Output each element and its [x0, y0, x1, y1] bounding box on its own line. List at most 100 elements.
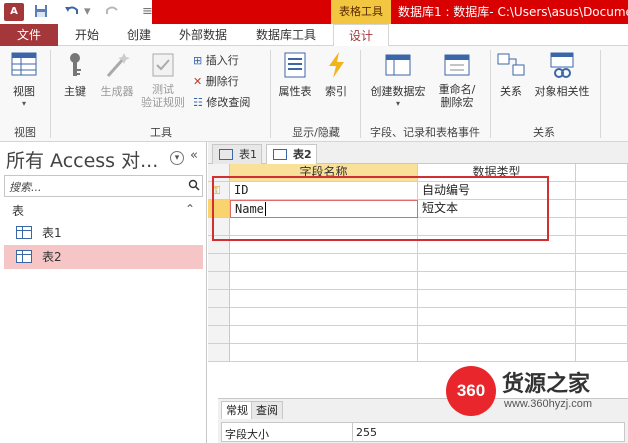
nav-item-label: 表2 [42, 250, 62, 264]
test-validation-label: 测试 验证规则 [141, 83, 185, 109]
group-separator [360, 50, 361, 138]
tab-design[interactable]: 设计 [333, 24, 389, 47]
group-separator [490, 50, 491, 138]
column-header-description[interactable] [576, 164, 628, 182]
chevron-down-icon[interactable]: ▾ [84, 4, 91, 19]
empty-cell[interactable] [576, 308, 628, 326]
empty-cell[interactable] [418, 290, 576, 308]
tab-general[interactable]: 常规 [221, 401, 253, 419]
window-title: 数据库1 : 数据库- C:\Users\asus\Docume [398, 5, 628, 19]
nav-menu-chevron-icon[interactable]: ▾ [170, 151, 184, 165]
tab-home[interactable]: 开始 [64, 24, 110, 46]
tab-lookup[interactable]: 查阅 [251, 401, 283, 419]
rename-delete-macro-button[interactable]: 重命名/ 删除宏 [432, 50, 482, 109]
view-button[interactable]: 视图 ▾ [6, 50, 42, 108]
doc-tab-label: 表1 [239, 148, 257, 161]
highlight-annotation-box [212, 176, 549, 241]
group-separator [50, 50, 51, 138]
nav-section-label: 表 [12, 204, 25, 218]
wand-icon [102, 50, 132, 80]
access-app-icon[interactable]: A [4, 3, 24, 21]
empty-cell[interactable] [230, 254, 418, 272]
empty-cell[interactable] [230, 344, 418, 362]
empty-cell[interactable] [576, 290, 628, 308]
row-selector[interactable] [208, 308, 230, 326]
doc-tab-label: 表2 [293, 148, 312, 161]
empty-cell[interactable] [576, 218, 628, 236]
empty-cell[interactable] [418, 308, 576, 326]
group-label-tools: 工具 [150, 126, 172, 139]
field-size-label: 字段大小 [225, 428, 269, 441]
property-sheet-button[interactable]: 属性表 [274, 50, 316, 99]
empty-cell[interactable] [230, 290, 418, 308]
rename-delete-macro-label: 重命名/ 删除宏 [438, 83, 476, 109]
tab-database-tools[interactable]: 数据库工具 [244, 24, 328, 46]
primary-key-button[interactable]: 主键 [56, 50, 94, 99]
doc-tab-table1[interactable]: 表1 [212, 144, 262, 164]
empty-cell[interactable] [230, 272, 418, 290]
view-button-label: 视图 [13, 85, 35, 98]
insert-rows-button[interactable]: ⊞ 插入行 [193, 52, 239, 68]
modify-lookups-button[interactable]: ☷ 修改查阅 [193, 94, 250, 110]
nav-item-table2[interactable]: 表2 [4, 245, 203, 269]
test-validation-button[interactable]: 测试 验证规则 [136, 50, 190, 109]
chevron-down-icon: ▾ [395, 99, 400, 108]
nav-section-tables[interactable]: 表 ⌃ [4, 200, 203, 220]
document-tabs: 表1 表2 [208, 142, 628, 165]
empty-cell[interactable] [230, 308, 418, 326]
save-icon[interactable] [34, 4, 48, 22]
empty-cell[interactable] [418, 272, 576, 290]
delete-rows-button[interactable]: ✕ 删除行 [193, 73, 239, 89]
indexes-button[interactable]: 索引 [318, 50, 354, 99]
title-bar: A ▾ ≡ 表格工具 数据库1 : 数据库- C:\Users\asus\Doc… [0, 0, 628, 24]
undo-icon[interactable] [64, 4, 80, 22]
view-icon [9, 50, 39, 80]
field-size-value[interactable]: 255 [356, 426, 377, 439]
create-data-macros-button[interactable]: 创建数据宏 ▾ [366, 50, 430, 108]
empty-cell[interactable] [576, 236, 628, 254]
relationships-button[interactable]: 关系 [494, 50, 528, 99]
nav-pane-title[interactable]: 所有 Access 对... [6, 146, 158, 173]
row-selector[interactable] [208, 326, 230, 344]
row-selector[interactable] [208, 290, 230, 308]
description-cell[interactable] [576, 182, 628, 200]
delete-row-icon: ✕ [193, 75, 203, 88]
shutter-bar-close-icon[interactable]: « [190, 148, 198, 163]
tab-external-data[interactable]: 外部数据 [168, 24, 238, 46]
nav-item-table1[interactable]: 表1 [4, 221, 203, 245]
watermark: 360 货源之家 www.360hyzj.com [446, 362, 628, 418]
empty-cell[interactable] [576, 344, 628, 362]
builder-button[interactable]: 生成器 [96, 50, 138, 99]
group-label-field-events: 字段、记录和表格事件 [370, 126, 480, 139]
property-sheet-label: 属性表 [278, 85, 312, 98]
group-label-relationships: 关系 [533, 126, 555, 139]
group-label-show-hide: 显示/隐藏 [292, 126, 340, 139]
row-selector[interactable] [208, 272, 230, 290]
empty-cell[interactable] [230, 326, 418, 344]
description-cell[interactable] [576, 200, 628, 218]
empty-cell[interactable] [418, 344, 576, 362]
tab-create[interactable]: 创建 [116, 24, 162, 46]
watermark-url: www.360hyzj.com [504, 398, 593, 410]
tab-file[interactable]: 文件 [0, 24, 58, 46]
navigation-pane: 所有 Access 对... ▾ « 搜索... 表 ⌃ 表1 表2 [0, 142, 207, 443]
object-dependencies-button[interactable]: 对象相关性 [530, 50, 594, 99]
redo-icon[interactable] [104, 4, 120, 22]
relationships-label: 关系 [500, 85, 522, 98]
collapse-icon[interactable]: ⌃ [185, 202, 195, 216]
empty-cell[interactable] [418, 254, 576, 272]
create-data-macros-label: 创建数据宏 [370, 85, 426, 98]
empty-cell[interactable] [576, 254, 628, 272]
nav-item-label: 表1 [42, 226, 62, 240]
empty-cell[interactable] [576, 326, 628, 344]
row-selector[interactable] [208, 254, 230, 272]
watermark-title: 货源之家 [502, 372, 591, 397]
customize-toolbar-icon[interactable]: ≡ [142, 4, 153, 19]
search-icon[interactable] [188, 179, 200, 194]
row-selector[interactable] [208, 344, 230, 362]
watermark-logo: 360 [446, 366, 496, 416]
doc-tab-table2[interactable]: 表2 [266, 144, 317, 165]
empty-cell[interactable] [418, 326, 576, 344]
empty-cell[interactable] [576, 272, 628, 290]
nav-search-input[interactable]: 搜索... [4, 175, 203, 197]
